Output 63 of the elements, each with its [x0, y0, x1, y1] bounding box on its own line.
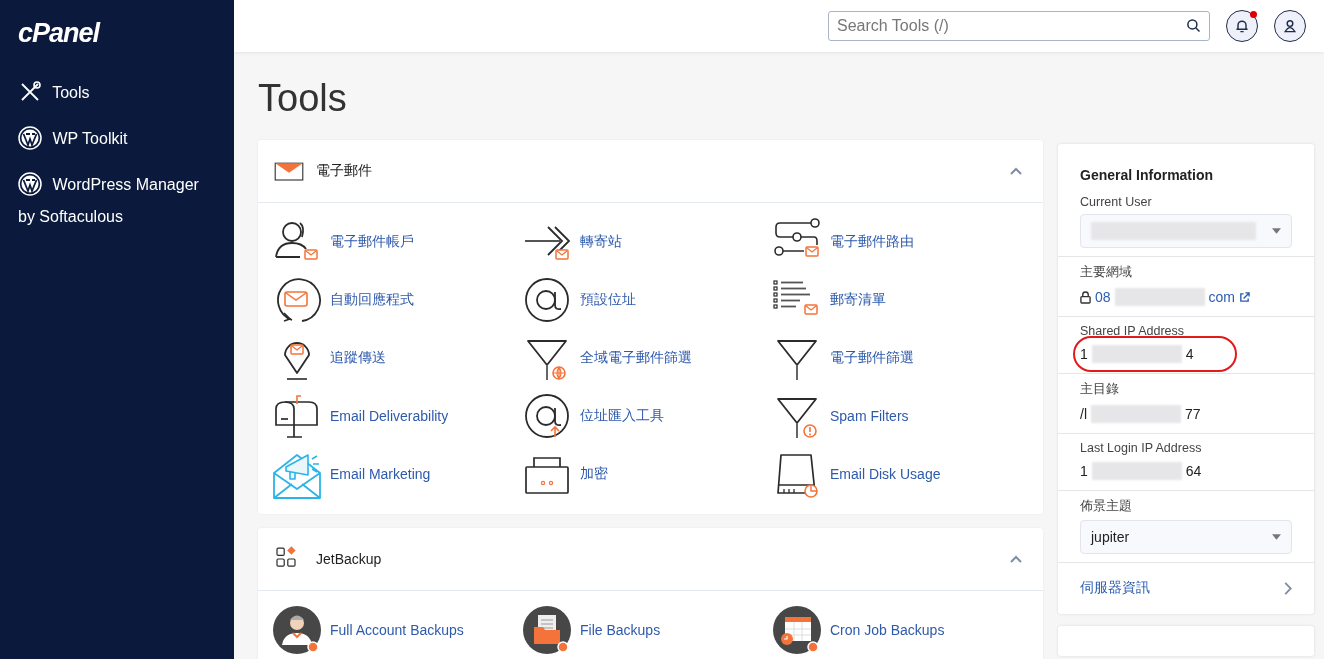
tool-link[interactable]: 郵寄清單	[772, 271, 1022, 329]
sidebar-item[interactable]: WP Toolkit	[18, 123, 216, 155]
chevron-right-icon	[1284, 581, 1292, 595]
tool-link[interactable]: 電子郵件帳戶	[272, 213, 522, 271]
dropdown-arrow-icon	[1272, 228, 1281, 234]
info-label: 主要網域	[1080, 264, 1133, 281]
person-backup-icon	[272, 605, 322, 655]
tool-link[interactable]: 加密	[522, 445, 772, 503]
user-icon	[1282, 18, 1298, 34]
info-label: 佈景主題	[1080, 498, 1133, 515]
domain-link-end[interactable]: com	[1208, 289, 1236, 305]
info-label: Current User	[1080, 195, 1153, 209]
calendar-backup-icon	[772, 605, 822, 655]
search-field[interactable]: Search Tools (/)	[828, 11, 1210, 41]
at-upload-icon	[522, 391, 572, 441]
chevron-up-icon	[1009, 554, 1023, 564]
tool-link[interactable]: 電子郵件路由	[772, 213, 1022, 271]
tool-link[interactable]: Email Marketing	[272, 445, 522, 503]
info-value-end: 4	[1185, 346, 1194, 362]
tool-link[interactable]: File Backups	[522, 601, 772, 659]
notifications-button[interactable]	[1226, 10, 1258, 42]
tool-link[interactable]: 預設位址	[522, 271, 772, 329]
info-value-start: 1	[1080, 463, 1088, 479]
wordpress-icon	[18, 172, 42, 196]
wordpress-icon	[18, 126, 42, 150]
sidebar-item[interactable]: WordPress Manager by Softaculous	[18, 169, 216, 233]
tool-link[interactable]: 電子郵件篩選	[772, 329, 1022, 387]
panel-title: General Information	[1079, 166, 1215, 185]
user-button[interactable]	[1274, 10, 1306, 42]
info-value-end: 64	[1185, 463, 1202, 479]
sidebar-item[interactable]: Tools	[18, 77, 216, 109]
at-sign-icon	[522, 275, 572, 325]
info-value-end: 77	[1185, 406, 1201, 422]
tool-link[interactable]: 轉寄站	[522, 213, 772, 271]
info-label: Last Login IP Address	[1080, 441, 1203, 455]
external-link-icon	[1239, 291, 1251, 303]
tool-link[interactable]: Email Deliverability	[272, 387, 522, 445]
tool-link[interactable]: 全域電子郵件篩選	[522, 329, 772, 387]
folder-backup-icon	[522, 605, 572, 655]
tool-link[interactable]: Full Account Backups	[272, 601, 522, 659]
tool-link[interactable]: 自動回應程式	[272, 271, 522, 329]
cpanel-logo[interactable]: cPanel	[18, 18, 100, 49]
tool-link[interactable]: Email Disk Usage	[772, 445, 1022, 503]
tool-link[interactable]: 追蹤傳送	[272, 329, 522, 387]
search-icon	[1186, 18, 1201, 33]
group-title: 電子郵件	[316, 162, 373, 180]
info-value-start: /l	[1080, 406, 1087, 422]
info-value-start: 1	[1080, 346, 1088, 362]
chevron-up-icon	[1009, 166, 1023, 176]
info-label: 主目錄	[1080, 381, 1120, 398]
bell-icon	[1234, 18, 1250, 34]
group-title: JetBackup	[316, 551, 383, 567]
lock-icon	[1080, 290, 1091, 304]
dropdown-arrow-icon	[1272, 534, 1281, 540]
server-information-link[interactable]: 伺服器資訊	[1058, 563, 1314, 614]
info-label: Shared IP Address	[1080, 324, 1185, 338]
tool-link[interactable]: Spam Filters	[772, 387, 1022, 445]
tool-link[interactable]: Cron Job Backups	[772, 601, 1022, 659]
select-field[interactable]: jupiter	[1080, 520, 1292, 554]
page-title: Tools	[258, 76, 348, 120]
select-field[interactable]	[1080, 214, 1292, 248]
tool-link[interactable]: 位址匯入工具	[522, 387, 772, 445]
domain-link-start[interactable]: 08	[1095, 289, 1111, 305]
